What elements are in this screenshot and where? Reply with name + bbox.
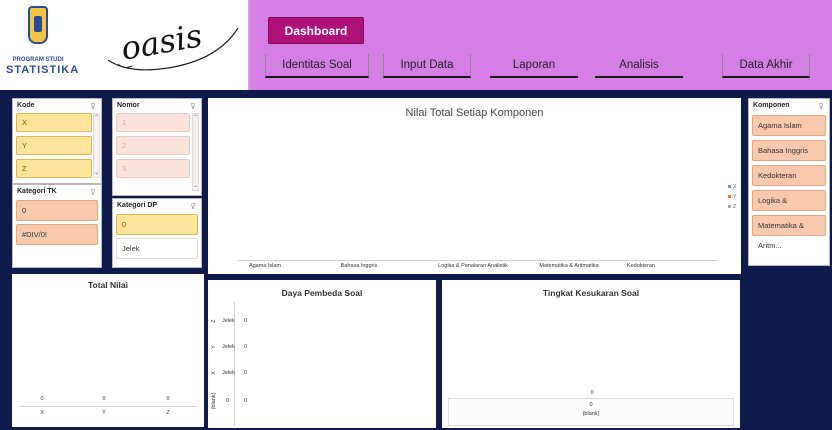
slicer-komponen-item[interactable]: Kedokteran — [752, 165, 826, 186]
top-value-label: 0 — [590, 390, 594, 396]
nav-analisis[interactable]: Analisis — [595, 54, 683, 78]
slicer-komponen: Komponen ⊽ Agama Islam Bahasa Inggris Ke… — [748, 98, 830, 266]
total-nilai-value: 0 — [40, 396, 44, 402]
x-tick-label: Matematika & Aritmatika — [539, 263, 599, 269]
oasis-logo-text: oasis — [118, 16, 205, 68]
slicer-nomor-item[interactable]: 1 — [116, 113, 190, 132]
legend-label: X — [733, 184, 737, 190]
x-tick-label: Kedokteran — [626, 263, 656, 269]
slicer-kategori-dp-item[interactable]: Jelek — [116, 238, 198, 259]
slicer-kode-scrollbar[interactable]: ⌃ ⌄ — [93, 113, 100, 178]
x-tick-label: X — [40, 410, 44, 416]
slicer-kode-title: Kode — [17, 102, 35, 109]
main-chart-title: Nilai Total Setiap Komponen — [405, 107, 544, 119]
row-value: 0 — [244, 344, 248, 350]
slicer-nomor: Nomor ⊽ 1 2 3 ⌃ ⌄ — [112, 98, 202, 196]
scroll-down-icon[interactable]: ⌄ — [193, 183, 198, 189]
scroll-up-icon[interactable]: ⌃ — [94, 115, 99, 121]
scroll-down-icon[interactable]: ⌄ — [94, 170, 99, 176]
x-tick-label: Agama Islam — [248, 263, 282, 269]
oasis-logo: oasis — [107, 16, 239, 71]
row-value: 0 — [244, 370, 248, 376]
tingkat-kesukaran-panel: Tingkat Kesukaran Soal 0 0 (blank) — [442, 280, 740, 428]
filter-clear-icon[interactable]: ⊽ — [90, 188, 96, 197]
main-chart-panel: Nilai Total Setiap Komponen Agama Islam … — [208, 98, 741, 274]
row-code: X — [211, 371, 217, 375]
slicer-komponen-item[interactable]: Bahasa Inggris — [752, 140, 826, 161]
row-value: 0 — [244, 318, 248, 324]
daya-pembeda-panel: Daya Pembeda Soal Z Jelek 0 Y Jelek 0 X … — [208, 280, 436, 428]
slicer-kategori-tk-item[interactable]: 0 — [16, 200, 98, 221]
daya-pembeda-title: Daya Pembeda Soal — [281, 288, 363, 298]
slicer-komponen-item[interactable]: Agama Islam — [752, 115, 826, 136]
slicer-komponen-item[interactable]: Matematika & Aritm... — [752, 215, 826, 250]
x-axis-line — [238, 260, 718, 261]
university-emblem-icon — [28, 6, 48, 44]
scroll-up-icon[interactable]: ⌃ — [193, 115, 198, 121]
row-value: 0 — [244, 398, 248, 404]
filter-clear-icon[interactable]: ⊽ — [90, 102, 96, 111]
legend-label: Z — [733, 204, 737, 210]
x-tick-label: Z — [166, 410, 170, 416]
x-tick-label: Y — [102, 410, 106, 416]
slicer-nomor-item[interactable]: 3 — [116, 159, 190, 178]
inner-value-label: 0 — [589, 402, 593, 408]
legend-item: Z — [728, 204, 736, 210]
legend-label: Y — [733, 194, 737, 200]
slicer-kategori-tk-title: Kategori TK — [17, 188, 57, 195]
nav-data-akhir[interactable]: Data Akhir — [722, 54, 810, 78]
filter-clear-icon[interactable]: ⊽ — [190, 102, 196, 111]
nav-laporan[interactable]: Laporan — [490, 54, 578, 78]
slicer-kode: Kode ⊽ X Y Z ⌃ ⌄ — [12, 98, 102, 184]
row-code: (blank) — [211, 392, 217, 410]
nav-input-data[interactable]: Input Data — [383, 54, 471, 78]
slicer-nomor-scrollbar[interactable]: ⌃ ⌄ — [192, 113, 199, 191]
slicer-komponen-item[interactable]: Logika & Penalaran... — [752, 190, 826, 225]
slicer-kode-item[interactable]: Z — [16, 159, 92, 178]
slicer-kategori-tk: Kategori TK ⊽ 0 #DIV/0! — [12, 184, 102, 268]
slicer-kategori-dp-title: Kategori DP — [117, 202, 158, 209]
filter-clear-icon[interactable]: ⊽ — [818, 102, 824, 111]
x-tick-label: Bahasa Inggris — [340, 263, 378, 269]
kesukaran-bar-area: 0 (blank) — [448, 398, 734, 426]
row-label: Jelek — [222, 344, 235, 350]
row-label: Jelek — [222, 318, 235, 324]
total-nilai-value: 0 — [102, 396, 106, 402]
total-nilai-title: Total Nilai — [88, 280, 128, 290]
slicer-kategori-tk-item[interactable]: #DIV/0! — [16, 224, 98, 245]
slicer-nomor-item[interactable]: 2 — [116, 136, 190, 155]
slicer-kategori-dp-item[interactable]: 0 — [116, 214, 198, 235]
row-code: Y — [211, 345, 217, 349]
slicer-kode-item[interactable]: X — [16, 113, 92, 132]
legend-item: Y — [728, 194, 736, 200]
total-nilai-panel: Total Nilai 0 0 0 X Y Z — [12, 274, 204, 427]
row-code: Z — [211, 319, 217, 323]
nav-identitas-soal[interactable]: Identitas Soal — [265, 54, 369, 78]
row-label: Jelek — [222, 370, 235, 376]
slicer-kategori-dp: Kategori DP ⊽ 0 Jelek — [112, 198, 202, 268]
program-name: STATISTIKA — [6, 64, 80, 76]
inner-category-label: (blank) — [582, 411, 600, 417]
filter-clear-icon[interactable]: ⊽ — [190, 202, 196, 211]
tingkat-kesukaran-title: Tingkat Kesukaran Soal — [542, 288, 640, 298]
logo-block: PROGRAM STUDI STATISTIKA oasis — [0, 0, 250, 90]
slicer-kode-item[interactable]: Y — [16, 136, 92, 155]
row-label: 0 — [226, 398, 230, 404]
slicer-nomor-title: Nomor — [117, 102, 140, 109]
x-tick-label: Logika & Penalaran Analistik — [438, 263, 508, 269]
dashboard-button[interactable]: Dashboard — [268, 17, 364, 44]
total-nilai-value: 0 — [166, 396, 170, 402]
x-axis-line — [20, 406, 196, 407]
slicer-komponen-title: Komponen — [753, 102, 790, 109]
legend-item: X — [728, 184, 736, 190]
program-label: PROGRAM STUDI — [12, 57, 64, 63]
